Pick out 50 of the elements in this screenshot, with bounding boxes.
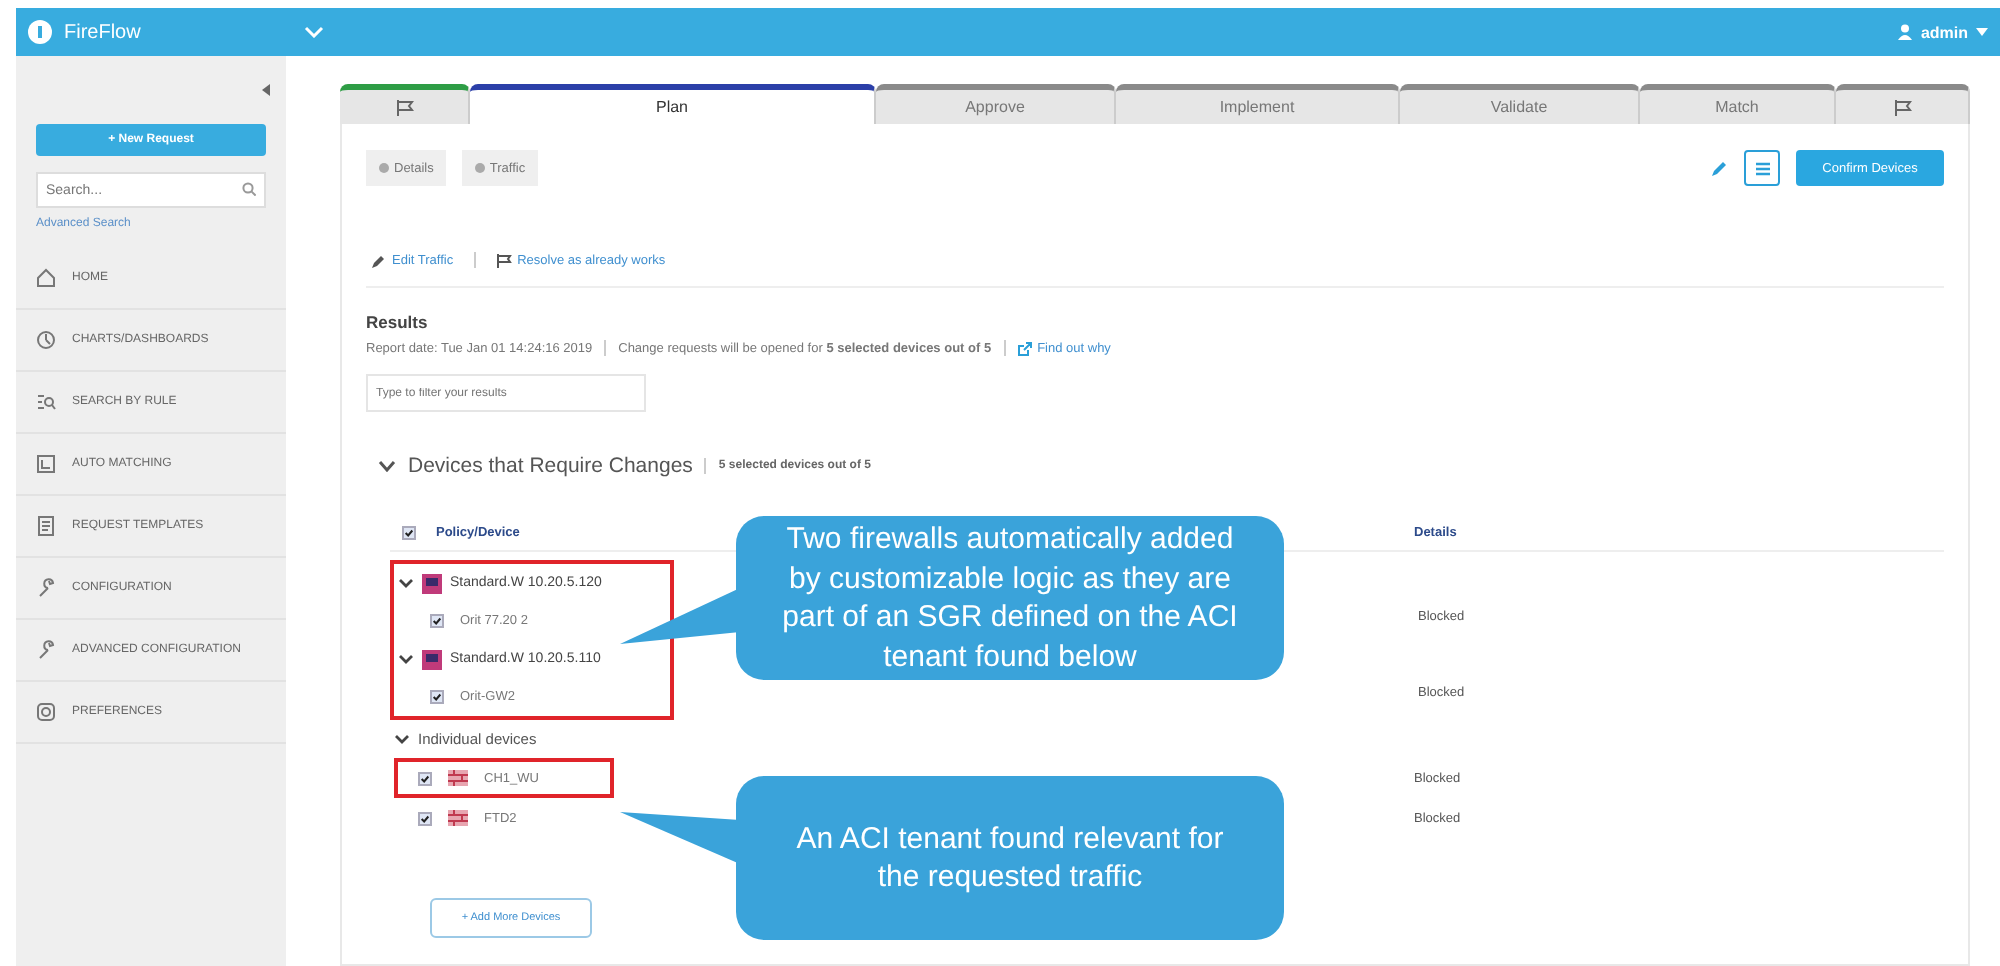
pencil-icon[interactable] — [1710, 159, 1728, 177]
policy-icon — [422, 649, 442, 669]
flag-icon — [495, 253, 512, 267]
checkbox[interactable] — [418, 771, 432, 785]
pencil-icon — [372, 253, 386, 267]
step-tab[interactable]: Plan — [470, 84, 876, 124]
firewall-icon — [448, 810, 468, 826]
callout-pointer — [620, 588, 740, 644]
user-icon — [1898, 24, 1913, 40]
chevron-icon[interactable] — [394, 734, 410, 744]
wrench-icon — [36, 640, 56, 660]
callout-pointer — [620, 812, 740, 864]
dot-icon — [473, 162, 486, 174]
frame-icon — [36, 454, 56, 474]
checkbox[interactable] — [418, 811, 432, 825]
callout: An ACI tenant found relevant for the requested traffic — [736, 776, 1284, 940]
checkbox[interactable] — [402, 526, 416, 540]
user-menu[interactable]: admin — [1920, 23, 1968, 41]
step-tab[interactable]: Implement — [1116, 84, 1400, 124]
checkbox[interactable] — [430, 614, 444, 628]
wrench-icon — [36, 578, 56, 598]
flag-icon — [1893, 99, 1911, 115]
step-tab[interactable]: Validate — [1400, 84, 1640, 124]
section-title: Devices that Require Changes — [408, 454, 693, 478]
chevron-icon[interactable] — [398, 578, 414, 588]
app-name: FireFlow — [64, 21, 141, 43]
step-tab[interactable] — [1836, 84, 1970, 124]
logo-icon — [28, 20, 52, 44]
house-icon — [36, 268, 56, 288]
document-icon — [36, 516, 56, 536]
step-tab[interactable]: Match — [1640, 84, 1836, 124]
search-icon — [242, 182, 256, 196]
search-icon — [36, 392, 56, 412]
results-title: Results — [366, 312, 430, 332]
step-tab[interactable] — [340, 84, 470, 124]
clock-icon — [36, 330, 56, 350]
firewall-icon — [448, 770, 468, 786]
flag-icon — [395, 99, 413, 115]
external-link-icon — [1017, 341, 1032, 355]
chevron-icon[interactable] — [398, 654, 414, 664]
checkbox[interactable] — [430, 690, 444, 704]
list-icon — [1755, 161, 1769, 175]
policy-icon — [422, 573, 442, 593]
dot-icon — [378, 162, 390, 174]
step-tab[interactable]: Approve — [876, 84, 1116, 124]
caret-icon[interactable] — [1976, 28, 1988, 36]
callout: Two firewalls automatically added by customizable logic as they are part of an SGR defined on the ACI tenant found below — [736, 516, 1284, 680]
chevron-icon[interactable] — [378, 460, 396, 472]
collapse-icon[interactable] — [262, 84, 270, 96]
list-view-button[interactable] — [1744, 150, 1780, 186]
